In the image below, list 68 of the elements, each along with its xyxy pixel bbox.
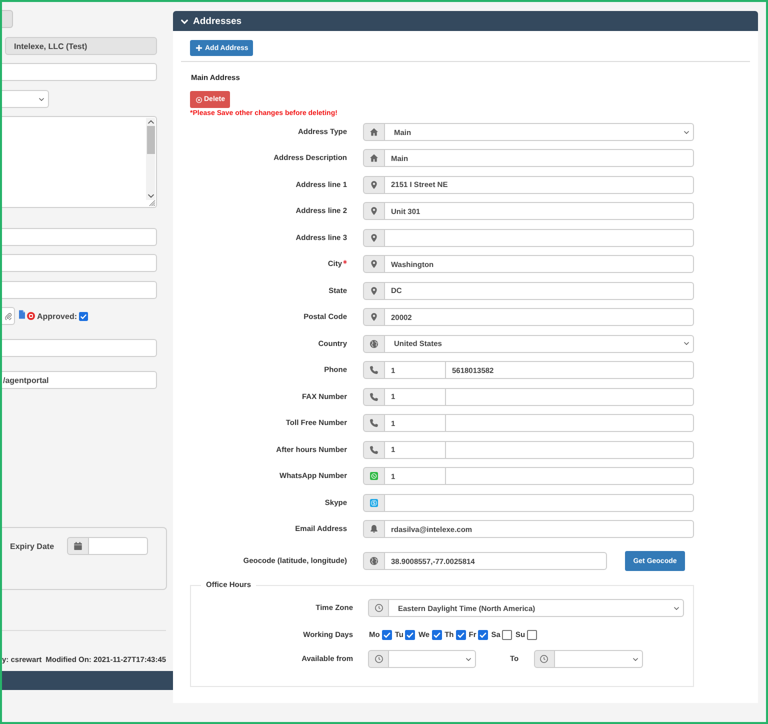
map-pin-icon <box>370 313 378 322</box>
phone-icon <box>370 366 378 374</box>
phone-number-field[interactable] <box>446 414 694 432</box>
cut-off-button[interactable] <box>2 10 13 28</box>
phone-number-field[interactable] <box>446 440 694 459</box>
text-field[interactable] <box>2 63 157 81</box>
document-icon[interactable] <box>19 310 25 318</box>
chevron-down-icon <box>674 606 679 610</box>
resize-grip-icon[interactable] <box>148 199 155 206</box>
scroll-down-icon[interactable] <box>148 194 154 198</box>
day-checkbox[interactable] <box>405 630 416 640</box>
chevron-down-icon <box>684 342 689 346</box>
chevron-down-icon <box>466 658 471 661</box>
scroll-up-icon[interactable] <box>148 120 154 124</box>
globe-icon <box>370 340 378 348</box>
panel-title: Addresses <box>193 16 242 26</box>
phone-number-field[interactable] <box>446 388 694 406</box>
calendar-icon <box>74 542 82 550</box>
clock-icon <box>540 655 548 664</box>
phone-icon <box>370 392 378 401</box>
text-field[interactable] <box>2 281 157 299</box>
clock-icon <box>374 604 382 612</box>
select-field[interactable] <box>2 90 49 108</box>
globe-icon <box>370 557 378 566</box>
map-pin-icon <box>370 286 378 295</box>
remove-circle-icon <box>196 96 202 102</box>
time-select[interactable] <box>554 650 643 668</box>
phone-icon <box>370 419 378 428</box>
scrollbar[interactable] <box>146 118 155 200</box>
day-checkbox[interactable] <box>478 630 488 640</box>
day-checkbox[interactable] <box>432 630 442 640</box>
field-label: Expiry Date <box>10 542 56 551</box>
approved-checkbox[interactable] <box>79 312 88 320</box>
text-field[interactable] <box>385 494 694 512</box>
paperclip-icon <box>4 312 12 320</box>
chat-bubble-icon <box>370 472 378 480</box>
home-icon <box>370 128 378 136</box>
map-pin-icon <box>370 260 378 268</box>
text-field[interactable] <box>2 339 157 357</box>
text-field[interactable]: /agentportal <box>2 371 157 389</box>
map-pin-icon <box>370 180 378 189</box>
day-checkbox[interactable] <box>456 630 466 640</box>
day-checkbox[interactable] <box>382 630 392 640</box>
chevron-down-icon <box>684 130 689 134</box>
plus-icon <box>196 45 202 51</box>
chevron-down-icon <box>39 98 44 100</box>
remove-icon[interactable] <box>27 312 35 320</box>
text-field[interactable] <box>385 228 694 247</box>
map-pin-icon <box>370 234 378 242</box>
text-field[interactable] <box>2 254 157 272</box>
bell-icon <box>370 525 378 534</box>
approved-label: Approved: <box>37 312 77 320</box>
day-checkbox[interactable] <box>502 630 512 640</box>
scrollbar-thumb[interactable] <box>146 126 154 154</box>
map-pin-icon <box>370 207 378 216</box>
textarea-field[interactable] <box>2 116 157 208</box>
time-select[interactable] <box>389 650 476 668</box>
day-checkbox[interactable] <box>527 630 538 640</box>
chevron-down-icon <box>632 658 638 661</box>
chat-app-icon <box>370 498 378 507</box>
phone-number-field[interactable] <box>446 467 694 486</box>
phone-icon <box>370 446 378 454</box>
text-field[interactable] <box>2 228 157 246</box>
panel-header[interactable]: Addresses <box>173 11 758 31</box>
clock-icon <box>374 655 382 664</box>
attach-button[interactable] <box>2 307 15 325</box>
date-field[interactable] <box>89 537 148 555</box>
home-icon <box>370 154 378 162</box>
